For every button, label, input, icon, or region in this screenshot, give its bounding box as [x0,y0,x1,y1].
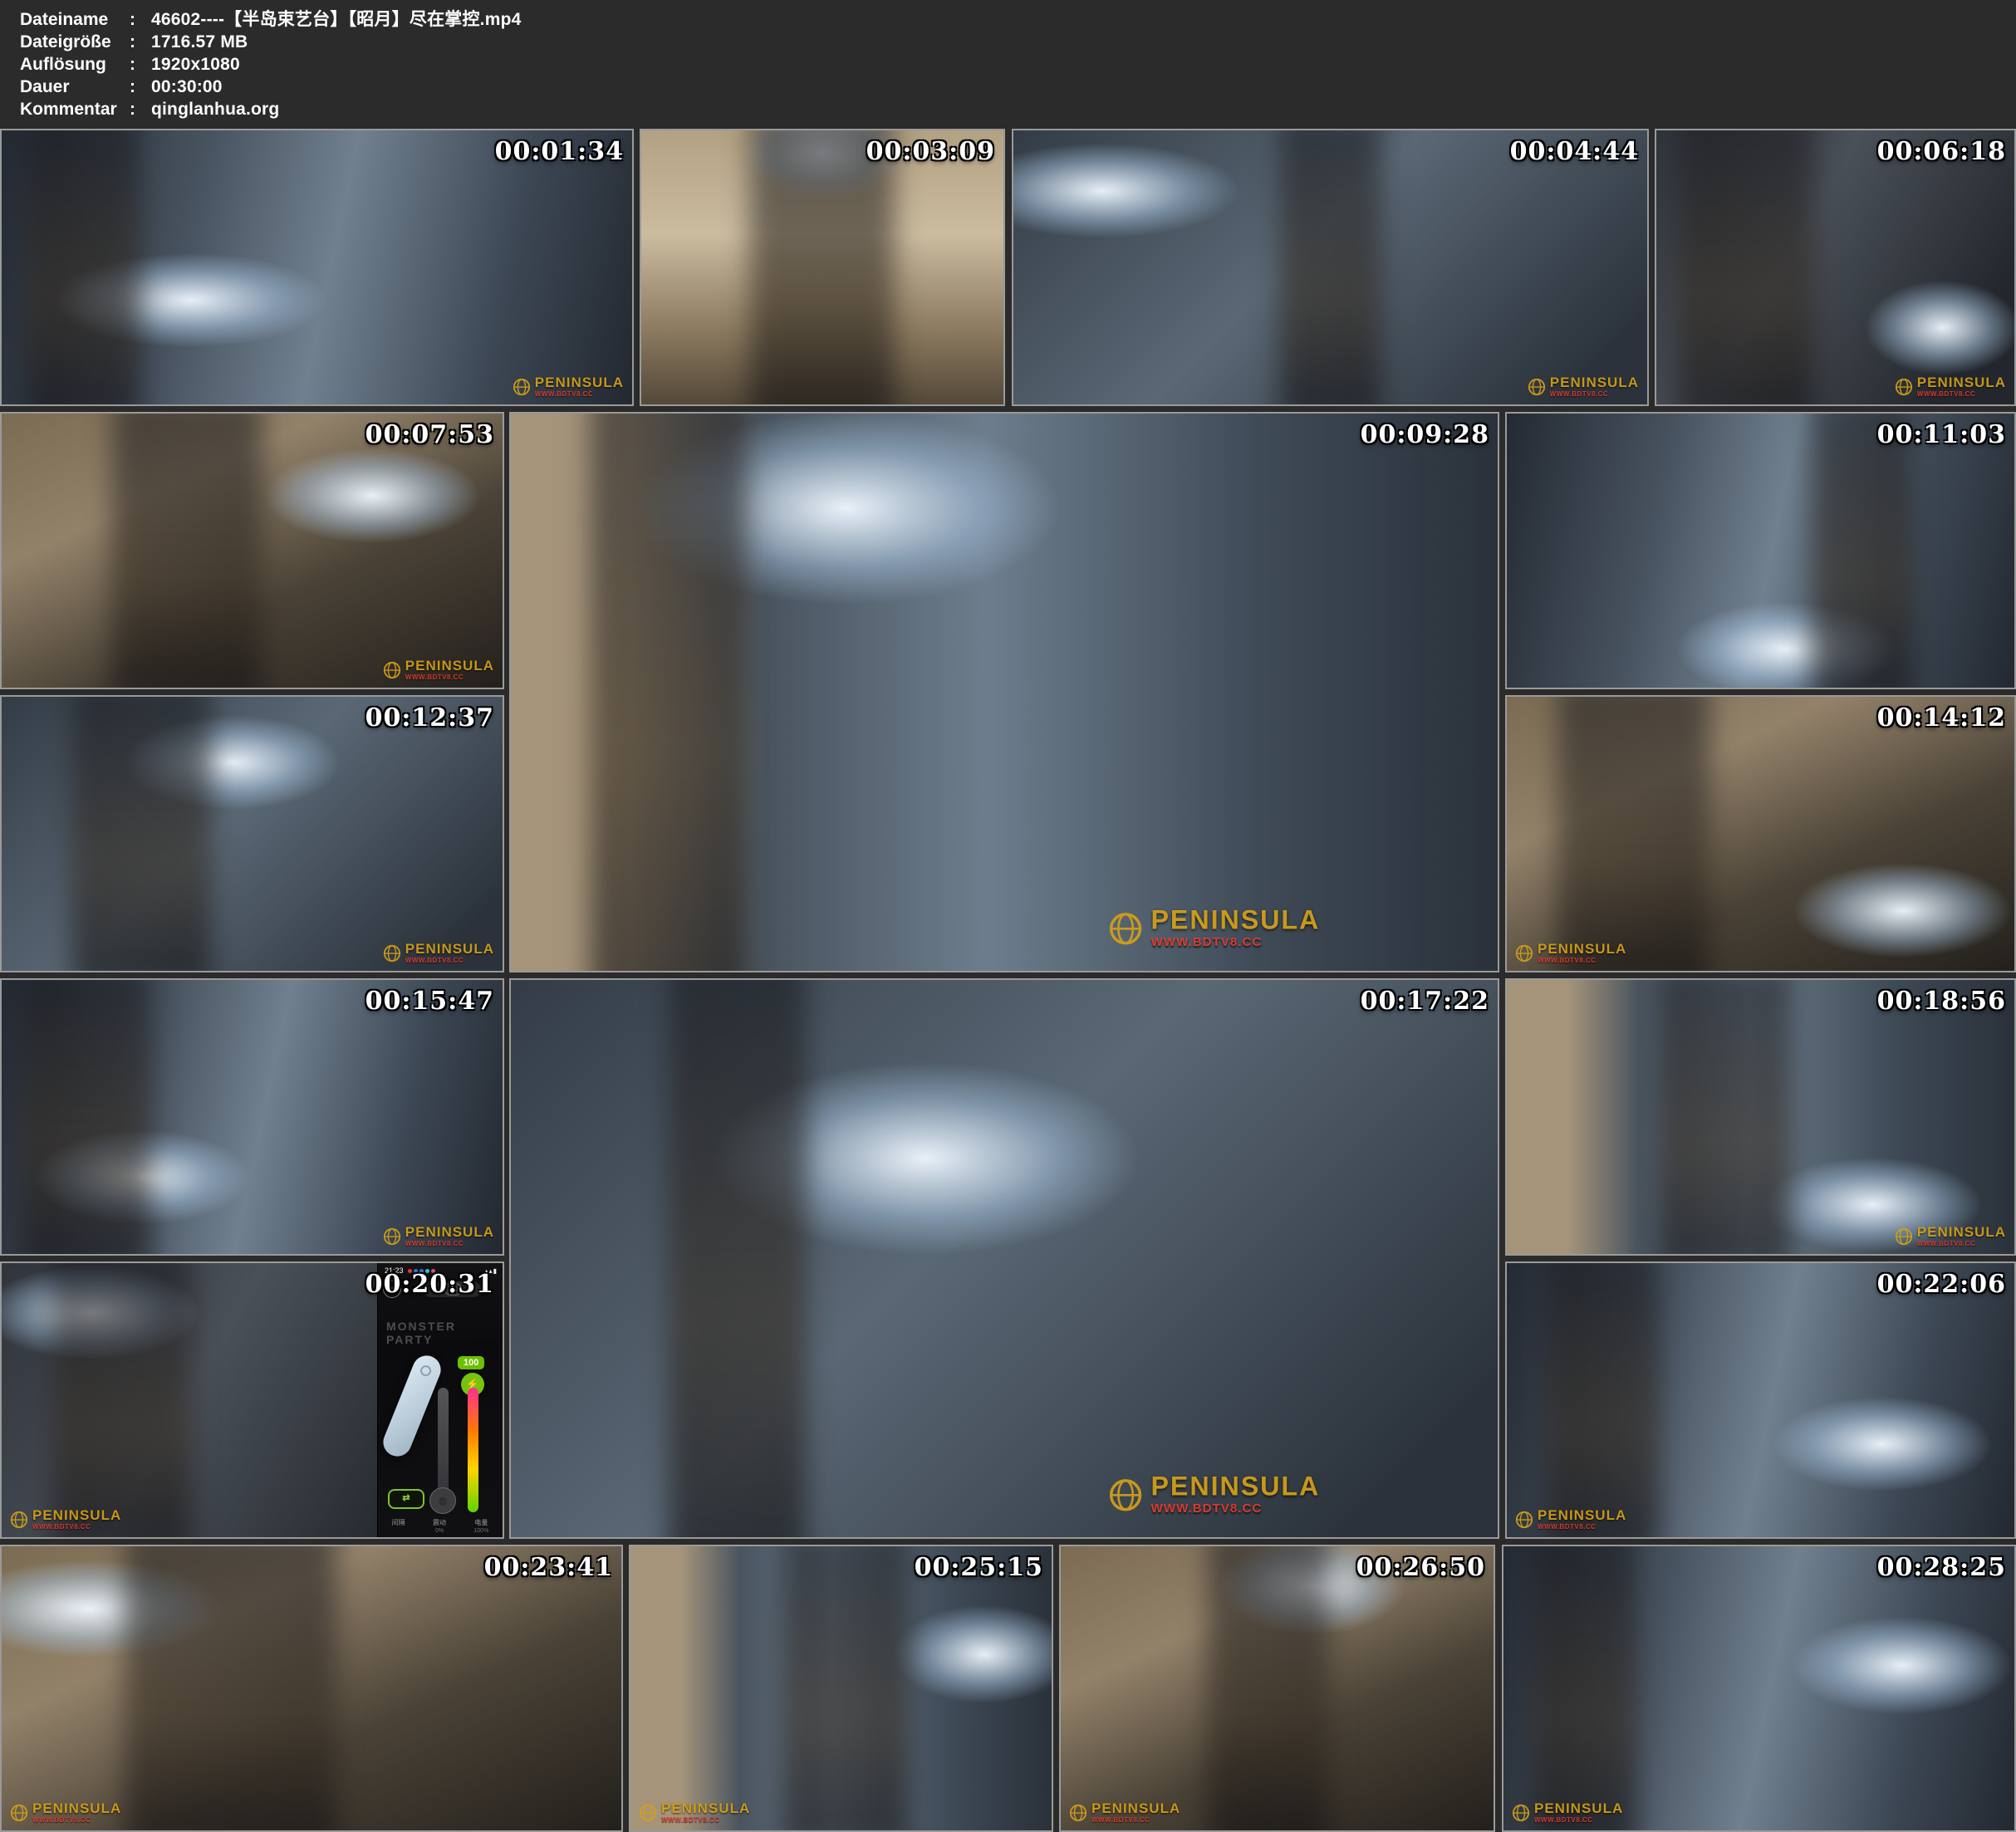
timestamp-label: 00:18:56 [1877,987,2006,1016]
watermark: PENINSULAWWW.BDTV8.CC [1528,375,1639,398]
timestamp-label: 00:11:03 [1877,420,2006,449]
interval-button: ⇄ [388,1489,424,1509]
meta-row-filename: Dateiname:46602----【半岛束艺台】【昭月】尽在掌控.mp4 [20,8,2016,31]
watermark: PENINSULAWWW.BDTV8.CC [1895,375,2006,398]
timestamp-label: 00:17:22 [1361,987,1489,1016]
globe-icon [1515,944,1533,963]
thumbnail-frame: 00:23:41 PENINSULAWWW.BDTV8.CC [0,1545,623,1832]
thumbnail-frame: 00:06:18 PENINSULAWWW.BDTV8.CC [1655,129,2016,406]
globe-icon [1069,1804,1087,1822]
thumbnail-frame: 00:20:31 21:23 ▴▴▮ × ☛ ⇅ ∷ MONSTER PAR [0,1261,504,1539]
watermark: PENINSULAWWW.BDTV8.CC [1108,1473,1320,1516]
thumbnail-frame: 00:01:34 PENINSULAWWW.BDTV8.CC [0,129,634,406]
timestamp-label: 00:12:37 [365,703,494,732]
globe-icon [1515,1511,1533,1529]
watermark: PENINSULAWWW.BDTV8.CC [383,659,494,681]
watermark: PENINSULAWWW.BDTV8.CC [383,942,494,964]
timestamp-label: 00:20:31 [365,1270,494,1299]
watermark: PENINSULAWWW.BDTV8.CC [513,375,624,398]
globe-icon [383,661,401,679]
meta-row-duration: Dauer:00:30:00 [20,76,2016,98]
globe-icon [10,1804,28,1822]
thumbnail-frame: 00:12:37 PENINSULAWWW.BDTV8.CC [0,695,504,972]
globe-icon [513,378,531,396]
vibration-button: ◍ [429,1487,456,1514]
timestamp-label: 00:25:15 [915,1553,1043,1582]
meta-label: Auflösung [20,53,130,76]
label-vibration: 震动0% [433,1518,446,1534]
timestamp-label: 00:15:47 [365,987,494,1016]
meta-row-filesize: Dateigröße:1716.57 MB [20,31,2016,53]
thumbnail-frame: 00:22:06 PENINSULAWWW.BDTV8.CC [1505,1261,2016,1539]
meta-value-comment: qinglanhua.org [151,100,279,119]
thumbnail-frame: 00:28:25 PENINSULAWWW.BDTV8.CC [1502,1545,2016,1832]
watermark: PENINSULAWWW.BDTV8.CC [639,1801,750,1824]
globe-icon [1528,378,1546,396]
slider-value-badge: 100 [458,1356,484,1369]
contact-sheet: Dateiname:46602----【半岛束艺台】【昭月】尽在掌控.mp4 D… [0,0,2016,1832]
globe-icon [1895,378,1913,396]
device-image [379,1351,444,1460]
thumbnail-frame-large: 00:09:28 PENINSULAWWW.BDTV8.CC [509,412,1499,972]
timestamp-label: 00:23:41 [484,1553,613,1582]
app-title: MONSTER PARTY [386,1320,503,1346]
phone-app-overlay: 21:23 ▴▴▮ × ☛ ⇅ ∷ MONSTER PARTY 100 [377,1263,503,1537]
globe-icon [383,944,401,963]
thumbnail-frame: 00:25:15 PENINSULAWWW.BDTV8.CC [629,1545,1053,1832]
thumbnail-frame: 00:15:47 PENINSULAWWW.BDTV8.CC [0,978,504,1256]
timestamp-label: 00:14:12 [1877,703,2006,732]
meta-row-comment: Kommentar:qinglanhua.org [20,98,2016,120]
timestamp-label: 00:22:06 [1877,1270,2006,1299]
meta-label: Dateiname [20,8,130,31]
intensity-slider [468,1388,478,1512]
globe-icon [10,1511,28,1529]
timestamp-label: 00:28:25 [1877,1553,2006,1582]
thumbnail-frame: 00:04:44 PENINSULAWWW.BDTV8.CC [1012,129,1649,406]
thumbnail-frame: 00:07:53 PENINSULAWWW.BDTV8.CC [0,412,504,689]
watermark: PENINSULAWWW.BDTV8.CC [1069,1801,1180,1824]
watermark: PENINSULAWWW.BDTV8.CC [383,1225,494,1247]
meta-label: Kommentar [20,98,130,120]
globe-icon [1108,910,1143,945]
timestamp-label: 00:07:53 [365,420,494,449]
meta-label: Dateigröße [20,31,130,53]
metadata-header: Dateiname:46602----【半岛束艺台】【昭月】尽在掌控.mp4 D… [0,0,2016,126]
timestamp-label: 00:06:18 [1877,137,2006,166]
thumbnail-frame: 00:03:09 [640,129,1005,406]
timestamp-label: 00:03:09 [866,137,995,166]
meta-value-resolution: 1920x1080 [151,55,240,74]
timestamp-label: 00:26:50 [1356,1553,1485,1582]
globe-icon [639,1804,657,1822]
watermark: PENINSULAWWW.BDTV8.CC [1515,1508,1626,1531]
globe-icon [1108,1477,1143,1511]
meta-value-filename: 46602----【半岛束艺台】【昭月】尽在掌控.mp4 [151,10,521,29]
globe-icon [1512,1804,1530,1822]
thumbnail-frame: 00:26:50 PENINSULAWWW.BDTV8.CC [1059,1545,1495,1832]
watermark: PENINSULAWWW.BDTV8.CC [1108,907,1320,949]
meta-value-filesize: 1716.57 MB [151,32,248,51]
timestamp-label: 00:09:28 [1361,420,1489,449]
watermark: PENINSULAWWW.BDTV8.CC [1895,1225,2006,1247]
thumbnail-frame: 00:11:03 [1505,412,2016,689]
watermark: PENINSULAWWW.BDTV8.CC [10,1801,121,1824]
watermark: PENINSULAWWW.BDTV8.CC [1515,942,1626,964]
meta-value-duration: 00:30:00 [151,77,223,96]
watermark: PENINSULAWWW.BDTV8.CC [10,1508,121,1531]
label-interval: 间隔 [392,1518,405,1534]
globe-icon [383,1227,401,1246]
globe-icon [1895,1227,1913,1246]
meta-row-resolution: Auflösung:1920x1080 [20,53,2016,76]
thumbnail-frame: 00:18:56 PENINSULAWWW.BDTV8.CC [1505,978,2016,1256]
timestamp-label: 00:01:34 [495,137,624,166]
timestamp-label: 00:04:44 [1510,137,1639,166]
thumbnail-frame: 00:14:12 PENINSULAWWW.BDTV8.CC [1505,695,2016,972]
meta-label: Dauer [20,76,130,98]
label-battery: 电量100% [473,1518,488,1534]
watermark: PENINSULAWWW.BDTV8.CC [1512,1801,1623,1824]
thumbnail-frame-large: 00:17:22 PENINSULAWWW.BDTV8.CC [509,978,1499,1539]
